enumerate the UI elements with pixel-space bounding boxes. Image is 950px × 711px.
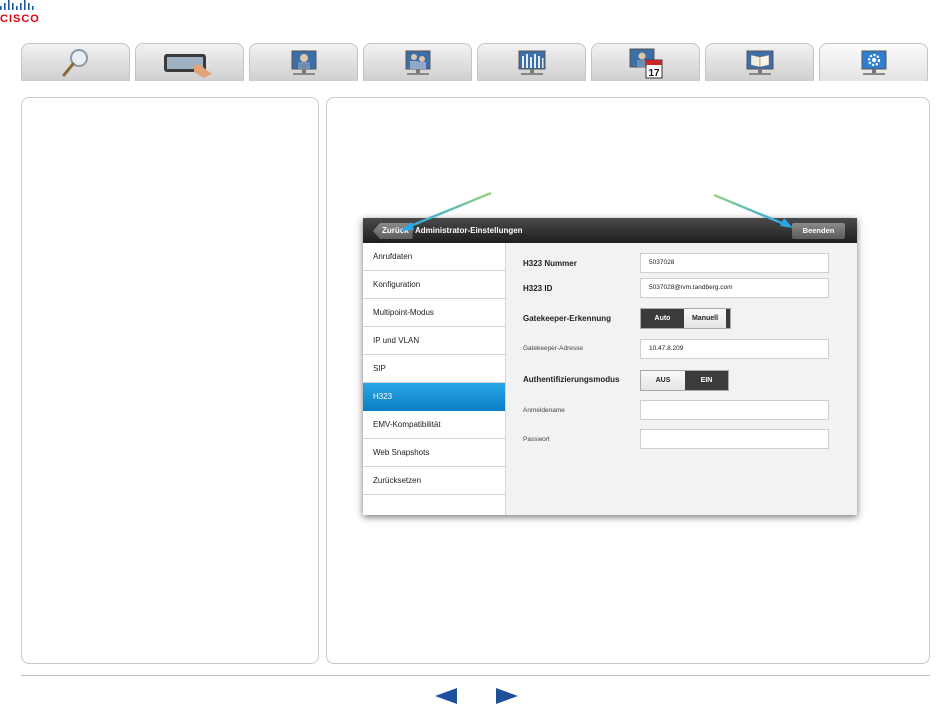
- footer-divider: [21, 675, 930, 676]
- menu-item-reset[interactable]: Zurücksetzen: [363, 467, 505, 495]
- auth-mode-toggle: AUS EIN: [640, 370, 729, 391]
- calendar-screen-icon: 17: [629, 48, 662, 79]
- password-label: Passwort: [523, 436, 550, 443]
- menu-item-web-snapshots[interactable]: Web Snapshots: [363, 439, 505, 467]
- h323-settings-form: H323 Nummer 5037028 H323 ID 5037028@ivm.…: [505, 243, 857, 515]
- cisco-bars-icon: [0, 0, 34, 10]
- tab-settings[interactable]: [819, 43, 928, 81]
- menu-item-ip-vlan[interactable]: IP und VLAN: [363, 327, 505, 355]
- done-button[interactable]: Beenden: [792, 223, 845, 239]
- book-screen-icon: [746, 50, 773, 75]
- tab-calendar[interactable]: 17: [591, 43, 700, 81]
- gatekeeper-address-field[interactable]: 10.47.8.209: [640, 339, 829, 359]
- cisco-wordmark: CISCO: [0, 13, 40, 25]
- h323-id-field[interactable]: 5037028@ivm.tandberg.com: [640, 278, 829, 298]
- auth-off-option[interactable]: AUS: [641, 371, 685, 390]
- tab-person[interactable]: [249, 43, 358, 81]
- gatekeeper-discovery-label: Gatekeeper-Erkennung: [523, 314, 612, 323]
- h323-number-label: H323 Nummer: [523, 259, 577, 268]
- audience-screen-icon: [518, 50, 545, 75]
- h323-id-label: H323 ID: [523, 284, 553, 293]
- svg-text:17: 17: [648, 68, 660, 79]
- menu-item-sip[interactable]: SIP: [363, 355, 505, 383]
- gatekeeper-auto-option[interactable]: Auto: [641, 309, 684, 328]
- password-field[interactable]: [640, 429, 829, 449]
- magnifier-icon: [62, 48, 88, 76]
- menu-item-multipoint[interactable]: Multipoint-Modus: [363, 299, 505, 327]
- toggle-edge: [726, 309, 730, 328]
- tab-book[interactable]: [705, 43, 814, 81]
- gear-screen-icon: [861, 50, 886, 75]
- menu-item-konfiguration[interactable]: Konfiguration: [363, 271, 505, 299]
- tab-touch[interactable]: [135, 43, 244, 81]
- tab-multipoint[interactable]: [363, 43, 472, 81]
- person-screen-icon: [291, 50, 316, 75]
- menu-item-anrufdaten[interactable]: Anrufdaten: [363, 243, 505, 271]
- cisco-logo: CISCO: [0, 0, 48, 26]
- back-button[interactable]: Zurück: [373, 223, 413, 239]
- h323-number-field[interactable]: 5037028: [640, 253, 829, 273]
- settings-menu: Anrufdaten Konfiguration Multipoint-Modu…: [363, 243, 505, 515]
- window-header: Zurück Administrator-Einstellungen Beend…: [363, 218, 857, 243]
- login-name-label: Anmeldename: [523, 407, 565, 414]
- gatekeeper-discovery-toggle: Auto Manuell: [640, 308, 731, 329]
- menu-item-emv[interactable]: EMV-Kompatibilität: [363, 411, 505, 439]
- gatekeeper-address-label: Gatekeeper-Adresse: [523, 345, 583, 352]
- left-panel: [21, 97, 319, 664]
- gatekeeper-manual-option[interactable]: Manuell: [684, 309, 726, 328]
- previous-page-icon[interactable]: [435, 688, 457, 704]
- tab-search[interactable]: [21, 43, 130, 81]
- touch-panel-icon: [163, 53, 212, 78]
- window-title: Administrator-Einstellungen: [415, 226, 523, 235]
- auth-mode-label: Authentifizierungsmodus: [523, 375, 620, 384]
- admin-settings-window: Zurück Administrator-Einstellungen Beend…: [363, 218, 857, 515]
- multipoint-screen-icon: [405, 50, 430, 75]
- login-name-field[interactable]: [640, 400, 829, 420]
- menu-item-h323[interactable]: H323: [363, 383, 505, 411]
- next-page-icon[interactable]: [496, 688, 518, 704]
- auth-on-option[interactable]: EIN: [685, 371, 728, 390]
- tab-audience[interactable]: [477, 43, 586, 81]
